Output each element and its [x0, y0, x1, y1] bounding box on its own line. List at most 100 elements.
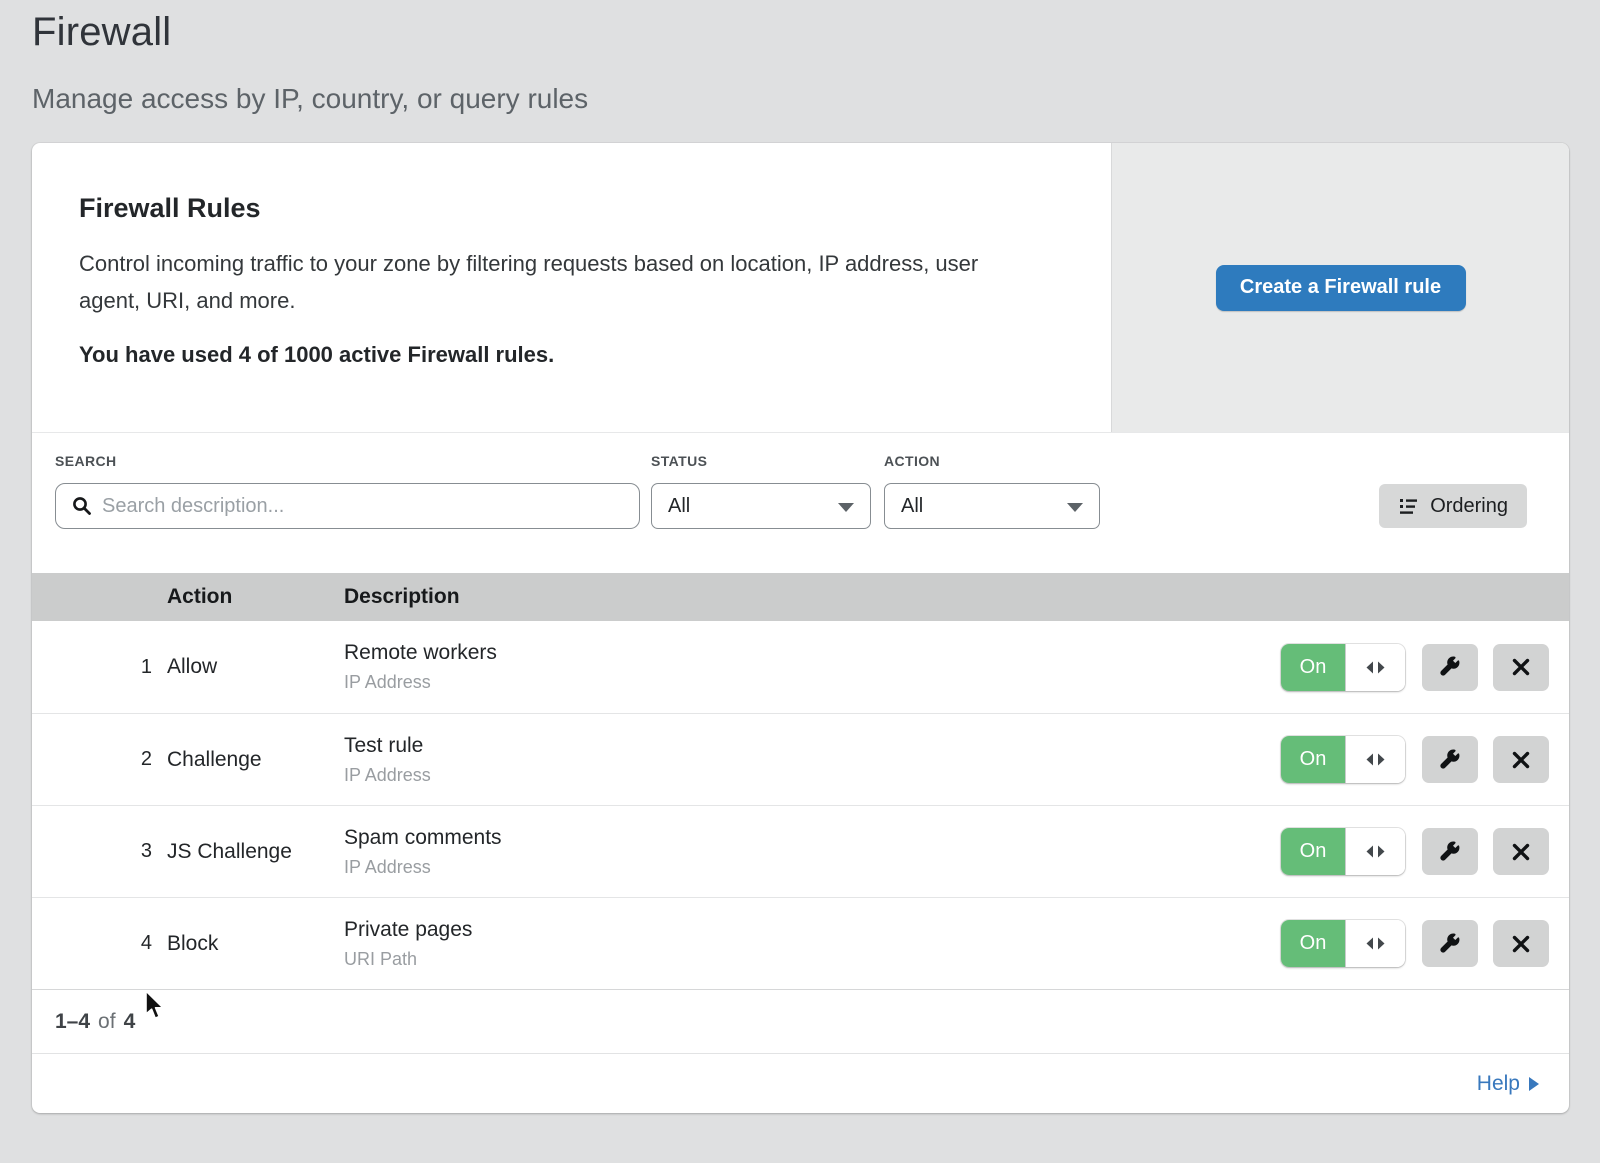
rule-description: Remote workers	[344, 641, 1281, 665]
rule-priority: 3	[141, 840, 152, 862]
wrench-icon	[1438, 655, 1462, 679]
rule-filter-field: URI Path	[344, 949, 1281, 970]
create-firewall-rule-button[interactable]: Create a Firewall rule	[1216, 265, 1466, 311]
edit-rule-button[interactable]	[1422, 736, 1478, 783]
ordering-button-label: Ordering	[1430, 495, 1508, 518]
table-row: 1 Allow Remote workers IP Address On	[32, 621, 1569, 713]
wrench-icon	[1438, 748, 1462, 772]
toggle-knob[interactable]	[1345, 920, 1405, 967]
ordering-icon	[1398, 496, 1419, 517]
rule-controls: On	[1281, 736, 1549, 783]
rule-action-cell: JS Challenge	[152, 840, 344, 864]
toggle-knob[interactable]	[1345, 644, 1405, 691]
close-icon	[1510, 841, 1532, 863]
search-label: SEARCH	[55, 453, 117, 469]
rule-priority: 2	[141, 748, 152, 770]
delete-rule-button[interactable]	[1493, 920, 1549, 967]
toggle-knob[interactable]	[1345, 828, 1405, 875]
rule-action: Block	[167, 932, 218, 955]
table-row: 2 Challenge Test rule IP Address On	[32, 713, 1569, 805]
rule-priority-cell: 1	[32, 656, 152, 679]
status-select[interactable]: All	[651, 483, 871, 529]
table-row: 3 JS Challenge Spam comments IP Address …	[32, 805, 1569, 897]
rule-description: Test rule	[344, 734, 1281, 758]
ordering-button[interactable]: Ordering	[1379, 484, 1527, 528]
close-icon	[1510, 749, 1532, 771]
table-row: 4 Block Private pages URI Path On	[32, 897, 1569, 989]
delete-rule-button[interactable]	[1493, 828, 1549, 875]
delete-rule-button[interactable]	[1493, 644, 1549, 691]
rule-action-cell: Allow	[152, 655, 344, 679]
rule-priority-cell: 4	[32, 932, 152, 955]
edit-rule-button[interactable]	[1422, 920, 1478, 967]
toggle-on-label: On	[1281, 828, 1345, 875]
rule-action: Allow	[167, 655, 217, 678]
rule-description: Private pages	[344, 918, 1281, 942]
edit-rule-button[interactable]	[1422, 644, 1478, 691]
action-label: ACTION	[884, 453, 940, 469]
search-input[interactable]	[55, 483, 640, 529]
rules-usage-note: You have used 4 of 1000 active Firewall …	[79, 342, 1071, 368]
page-subtitle: Manage access by IP, country, or query r…	[32, 83, 1600, 115]
action-select[interactable]: All	[884, 483, 1100, 529]
rule-filter-field: IP Address	[344, 765, 1281, 786]
page-header: Firewall Manage access by IP, country, o…	[0, 0, 1600, 115]
toggle-knob[interactable]	[1345, 736, 1405, 783]
rule-filter-field: IP Address	[344, 672, 1281, 693]
rule-enabled-toggle[interactable]: On	[1281, 736, 1405, 783]
page-title: Firewall	[32, 10, 1600, 55]
action-column-header: Action	[152, 585, 344, 609]
create-rule-panel: Create a Firewall rule	[1111, 143, 1569, 432]
search-field-wrap	[55, 483, 640, 529]
help-link[interactable]: Help	[1477, 1072, 1539, 1096]
toggle-arrows-icon	[1366, 937, 1385, 950]
status-label: STATUS	[651, 453, 707, 469]
toggle-arrows-icon	[1366, 753, 1385, 766]
wrench-icon	[1438, 932, 1462, 956]
rule-enabled-toggle[interactable]: On	[1281, 644, 1405, 691]
close-icon	[1510, 933, 1532, 955]
edit-rule-button[interactable]	[1422, 828, 1478, 875]
help-row: Help	[32, 1053, 1569, 1113]
rule-action: Challenge	[167, 748, 262, 771]
table-header: Action Description	[32, 573, 1569, 621]
rule-priority: 4	[141, 932, 152, 954]
toggle-arrows-icon	[1366, 845, 1385, 858]
toggle-arrows-icon	[1366, 661, 1385, 674]
pagination: 1–4 of 4	[32, 989, 1569, 1053]
rule-filter-field: IP Address	[344, 857, 1281, 878]
rules-intro: Firewall Rules Control incoming traffic …	[32, 143, 1111, 432]
rule-priority: 1	[141, 656, 152, 678]
table-body: 1 Allow Remote workers IP Address On	[32, 621, 1569, 989]
rule-priority-cell: 2	[32, 748, 152, 771]
firewall-rules-card: Firewall Rules Control incoming traffic …	[32, 143, 1569, 1113]
pagination-range: 1–4	[55, 1010, 90, 1034]
rule-enabled-toggle[interactable]: On	[1281, 828, 1405, 875]
toggle-on-label: On	[1281, 644, 1345, 691]
filters-bar: SEARCH STATUS All ACTION All	[32, 433, 1569, 573]
rules-description: Control incoming traffic to your zone by…	[79, 245, 1039, 319]
caret-down-icon	[838, 503, 854, 512]
rules-heading: Firewall Rules	[79, 193, 1071, 224]
rule-description-cell: Test rule IP Address	[344, 734, 1281, 786]
pagination-separator: of	[98, 1010, 116, 1034]
close-icon	[1510, 656, 1532, 678]
rule-action-cell: Challenge	[152, 748, 344, 772]
rule-description: Spam comments	[344, 826, 1281, 850]
rule-description-cell: Remote workers IP Address	[344, 641, 1281, 693]
search-icon	[72, 496, 92, 516]
action-select-value: All	[901, 495, 923, 518]
wrench-icon	[1438, 840, 1462, 864]
help-link-label: Help	[1477, 1072, 1520, 1096]
rule-controls: On	[1281, 828, 1549, 875]
rule-controls: On	[1281, 644, 1549, 691]
rule-controls: On	[1281, 920, 1549, 967]
rule-description-cell: Private pages URI Path	[344, 918, 1281, 970]
toggle-on-label: On	[1281, 920, 1345, 967]
rule-action-cell: Block	[152, 932, 344, 956]
delete-rule-button[interactable]	[1493, 736, 1549, 783]
rule-action: JS Challenge	[167, 840, 292, 863]
rule-enabled-toggle[interactable]: On	[1281, 920, 1405, 967]
toggle-on-label: On	[1281, 736, 1345, 783]
caret-down-icon	[1067, 503, 1083, 512]
